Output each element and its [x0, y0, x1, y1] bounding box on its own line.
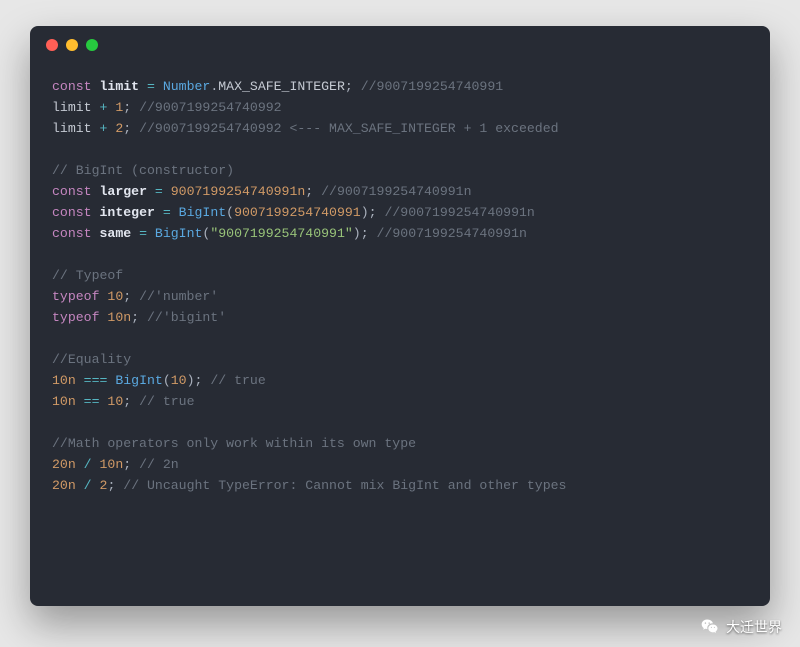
close-icon[interactable] [46, 39, 58, 51]
code-punct: ; [345, 79, 353, 94]
code-identifier: limit [52, 121, 92, 136]
code-number: 10n [52, 394, 76, 409]
code-function: BigInt [115, 373, 162, 388]
code-comment: //9007199254740992 [139, 100, 281, 115]
code-identifier: same [100, 226, 132, 241]
code-operator: = [139, 226, 147, 241]
code-punct: ; [123, 121, 131, 136]
code-identifier: larger [100, 184, 147, 199]
code-punct: ) [353, 226, 361, 241]
code-prop: MAX_SAFE_INTEGER [218, 79, 345, 94]
code-comment: // true [210, 373, 265, 388]
code-keyword: const [52, 205, 92, 220]
code-punct: ) [187, 373, 195, 388]
code-keyword: const [52, 79, 92, 94]
code-operator: = [163, 205, 171, 220]
code-identifier: integer [100, 205, 155, 220]
code-comment: //9007199254740991n [384, 205, 534, 220]
code-comment: //Math operators only work within its ow… [52, 436, 416, 451]
code-comment: // Uncaught TypeError: Cannot mix BigInt… [123, 478, 566, 493]
code-operator: === [84, 373, 108, 388]
code-keyword: typeof [52, 289, 99, 304]
wechat-icon [700, 617, 720, 637]
code-function: BigInt [155, 226, 202, 241]
code-operator: / [84, 478, 92, 493]
code-number: 10n [100, 457, 124, 472]
code-punct: ; [361, 226, 369, 241]
code-number: 20n [52, 457, 76, 472]
terminal-window: const limit = Number.MAX_SAFE_INTEGER; /… [30, 26, 770, 606]
code-comment: // Typeof [52, 268, 123, 283]
code-comment: //9007199254740991n [321, 184, 471, 199]
code-number: 10 [107, 394, 123, 409]
code-number: 20n [52, 478, 76, 493]
code-number: 10 [171, 373, 187, 388]
watermark: 大迁世界 [700, 617, 782, 637]
code-punct: ; [123, 100, 131, 115]
code-punct: ; [305, 184, 313, 199]
code-object: Number [163, 79, 210, 94]
code-punct: ; [123, 457, 131, 472]
code-punct: ( [163, 373, 171, 388]
code-punct: ; [123, 289, 131, 304]
code-operator: = [155, 184, 163, 199]
code-identifier: limit [100, 79, 140, 94]
code-comment: // 2n [139, 457, 179, 472]
code-keyword: const [52, 184, 92, 199]
minimize-icon[interactable] [66, 39, 78, 51]
code-keyword: typeof [52, 310, 99, 325]
code-keyword: const [52, 226, 92, 241]
code-identifier: limit [52, 100, 92, 115]
code-punct: ; [195, 373, 203, 388]
code-number: 10n [52, 373, 76, 388]
code-comment: //'number' [139, 289, 218, 304]
code-operator: / [84, 457, 92, 472]
code-punct: ) [361, 205, 369, 220]
code-comment: // true [139, 394, 194, 409]
code-operator: + [100, 100, 108, 115]
code-number: 10n [107, 310, 131, 325]
code-number: 10 [107, 289, 123, 304]
code-comment: //9007199254740991 [361, 79, 503, 94]
code-punct: ; [123, 394, 131, 409]
code-punct: ; [107, 478, 115, 493]
code-number: 9007199254740991n [171, 184, 306, 199]
code-string: "9007199254740991" [210, 226, 352, 241]
code-operator: = [147, 79, 155, 94]
maximize-icon[interactable] [86, 39, 98, 51]
code-number: 9007199254740991 [234, 205, 361, 220]
code-comment: //'bigint' [147, 310, 226, 325]
code-comment: // BigInt (constructor) [52, 163, 234, 178]
code-comment: //9007199254740991n [377, 226, 527, 241]
code-comment: //Equality [52, 352, 131, 367]
code-block: const limit = Number.MAX_SAFE_INTEGER; /… [30, 64, 770, 518]
code-operator: + [100, 121, 108, 136]
code-punct: ; [369, 205, 377, 220]
code-punct: ; [131, 310, 139, 325]
code-function: BigInt [179, 205, 226, 220]
code-comment: //9007199254740992 <--- MAX_SAFE_INTEGER… [139, 121, 558, 136]
window-titlebar [30, 26, 770, 64]
code-punct: ( [226, 205, 234, 220]
code-operator: == [84, 394, 100, 409]
watermark-label: 大迁世界 [726, 617, 782, 637]
